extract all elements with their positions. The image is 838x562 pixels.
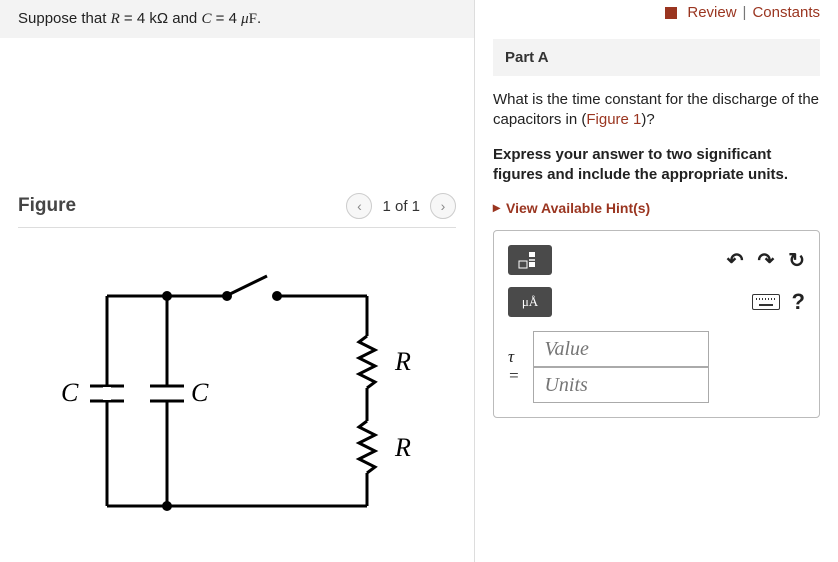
label-R-top: R <box>394 347 411 376</box>
next-button[interactable]: › <box>430 193 456 219</box>
equals: = <box>508 367 519 386</box>
reset-icon[interactable]: ↻ <box>788 248 805 273</box>
figure-title: Figure <box>18 195 76 217</box>
value-input[interactable] <box>533 331 709 367</box>
answer-box: ↶ ↷ ↻ μÅ ? τ = <box>493 230 820 418</box>
review-link[interactable]: Review <box>687 4 736 21</box>
label-C-left: C <box>61 378 79 407</box>
undo-icon[interactable]: ↶ <box>727 248 744 273</box>
caret-right-icon: ▸ <box>493 199 500 216</box>
mu: μ <box>241 11 249 27</box>
constants-link[interactable]: Constants <box>752 4 820 21</box>
question-text: What is the time constant for the discha… <box>493 90 820 131</box>
text: Suppose that <box>18 10 111 27</box>
var-C: C <box>201 11 211 27</box>
text: = 4 kΩ <box>120 10 168 27</box>
right-panel: Review | Constants Part A What is the ti… <box>475 0 838 562</box>
top-links: Review | Constants <box>493 0 820 39</box>
var-R: R <box>111 11 120 27</box>
figure-header: Figure ‹ 1 of 1 › <box>0 193 474 219</box>
answer-toolbar: ↶ ↷ ↻ <box>508 245 805 275</box>
problem-statement: Suppose that R = 4 kΩ and C = 4 μF. <box>0 0 474 38</box>
prev-button[interactable]: ‹ <box>346 193 372 219</box>
units-mu-button[interactable]: μÅ <box>508 287 552 317</box>
template-button[interactable] <box>508 245 552 275</box>
keyboard-icon[interactable] <box>752 294 780 310</box>
tau-label: τ = <box>508 348 519 385</box>
units-input[interactable] <box>533 367 709 403</box>
label-R-bot: R <box>394 433 411 462</box>
text: What is the time constant for the discha… <box>493 91 819 128</box>
figure-link[interactable]: Figure 1 <box>586 111 641 128</box>
part-a-heading: Part A <box>493 39 820 76</box>
circuit-svg: C C R R <box>37 256 437 516</box>
label-C-mid: C <box>191 378 209 407</box>
text: )? <box>641 111 654 128</box>
divider <box>18 227 456 228</box>
text: and <box>168 10 201 27</box>
unit-F: F <box>249 11 257 27</box>
view-hints[interactable]: ▸ View Available Hint(s) <box>493 199 820 216</box>
text: . <box>257 10 261 27</box>
hints-label: View Available Hint(s) <box>506 200 650 216</box>
instructions: Express your answer to two significant f… <box>493 145 820 186</box>
text: = 4 <box>211 10 241 27</box>
redo-icon[interactable]: ↷ <box>757 248 774 273</box>
circuit-diagram: C C R R <box>0 256 474 516</box>
page-count: 1 of 1 <box>382 198 420 215</box>
figure-pager: ‹ 1 of 1 › <box>346 193 456 219</box>
help-icon[interactable]: ? <box>792 289 805 315</box>
tau-symbol: τ <box>508 348 519 367</box>
sep: | <box>743 4 747 21</box>
flag-icon <box>665 7 677 19</box>
left-panel: Suppose that R = 4 kΩ and C = 4 μF. Figu… <box>0 0 475 562</box>
answer-inputs: τ = <box>508 331 805 403</box>
